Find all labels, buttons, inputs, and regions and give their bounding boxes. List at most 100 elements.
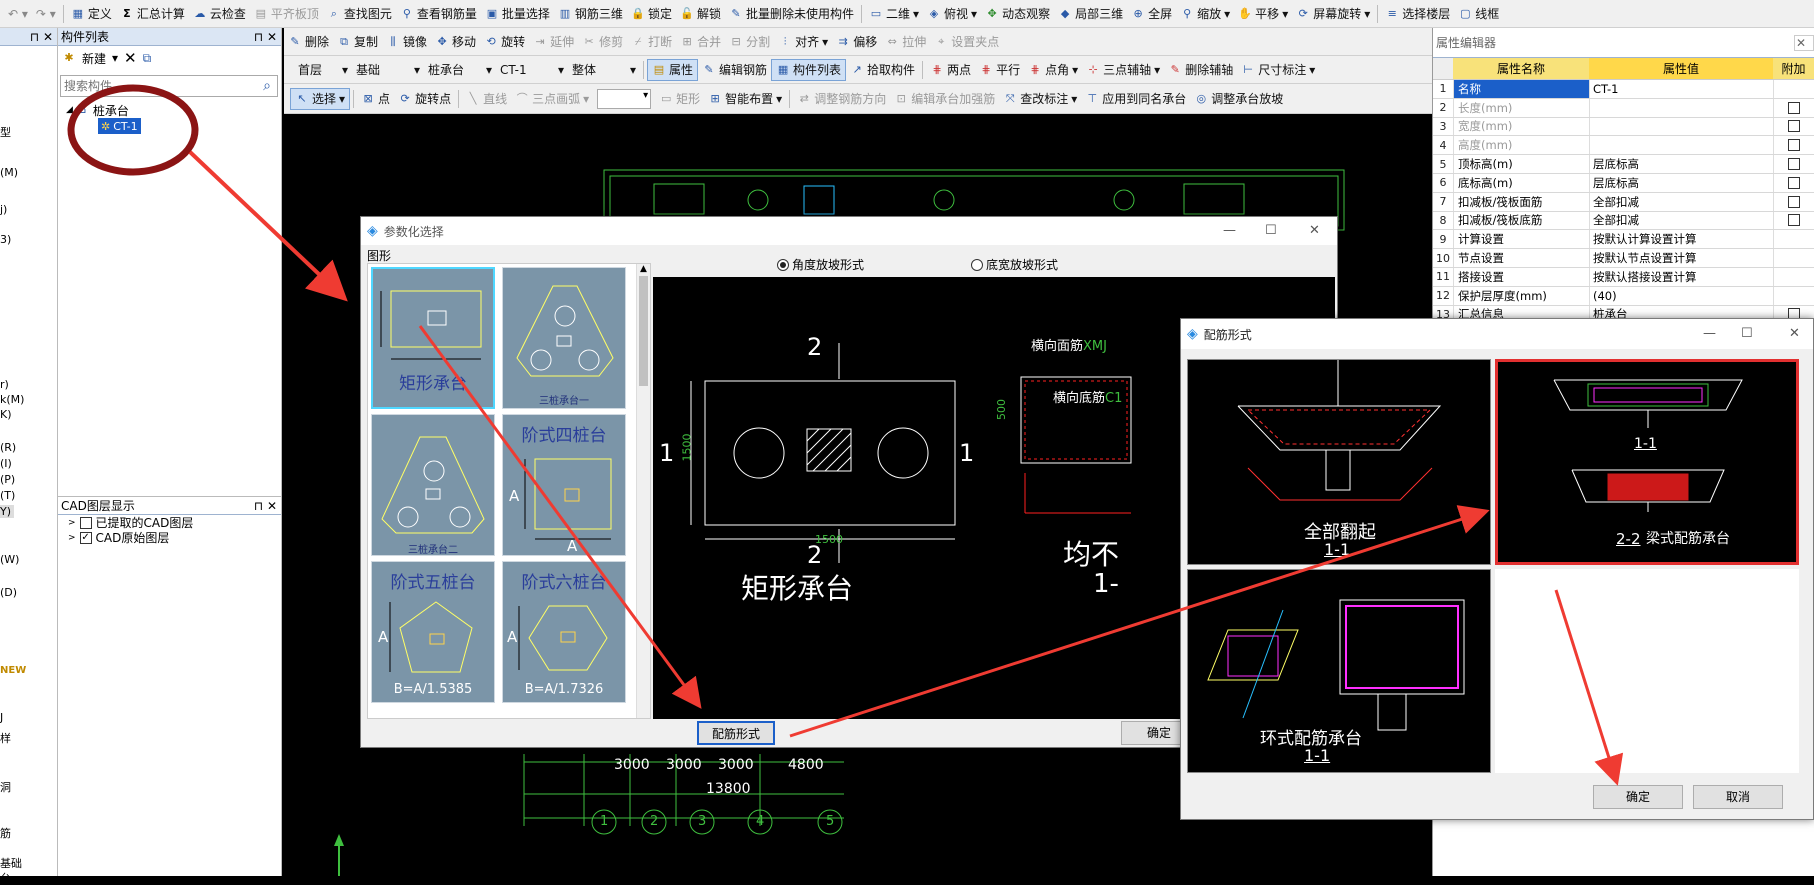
property-row[interactable]: 8 扣减板/筏板底筋 全部扣减 bbox=[1433, 211, 1814, 231]
trim-button[interactable]: ✂ 修剪 bbox=[578, 31, 627, 53]
delete-icon[interactable]: ✕ bbox=[124, 49, 137, 67]
property-value[interactable]: 按默认计算设置计算 bbox=[1589, 230, 1773, 249]
menu-dynamic-view[interactable]: ✥ 动态观察 bbox=[981, 3, 1054, 25]
checkbox[interactable] bbox=[1788, 195, 1800, 208]
close-icon[interactable]: ✕ bbox=[1309, 223, 1320, 238]
close-icon[interactable]: ✕ bbox=[1794, 34, 1814, 51]
set-grip-button[interactable]: ⌖ 设置夹点 bbox=[930, 31, 1003, 53]
property-row[interactable]: 11 搭接设置 按默认搭接设置计算 bbox=[1433, 267, 1814, 287]
extend-button[interactable]: ⇥ 延伸 bbox=[529, 31, 578, 53]
rebar-option-ring-cap[interactable]: 环式配筋承台 1-1 bbox=[1187, 569, 1491, 773]
panel-pin-close-icon[interactable]: ⊓ ✕ bbox=[254, 30, 281, 44]
menu-rebar-3d[interactable]: ▥ 钢筋三维 bbox=[554, 3, 627, 25]
new-component-button[interactable]: 新建 bbox=[82, 50, 106, 67]
thumb-step-five-pile[interactable]: 阶式五桩台 A B=A/1.5385 bbox=[371, 561, 495, 703]
property-value[interactable]: CT-1 bbox=[1589, 80, 1773, 98]
menu-find-element[interactable]: ⌕ 查找图元 bbox=[323, 3, 396, 25]
menu-local-3d[interactable]: ◆ 局部三维 bbox=[1054, 3, 1127, 25]
undo-icon[interactable]: ↶ ▾ bbox=[4, 3, 32, 25]
checkbox[interactable] bbox=[1788, 214, 1800, 227]
merge-button[interactable]: ⊞ 合并 bbox=[676, 31, 725, 53]
search-icon[interactable]: ⌕ bbox=[257, 78, 277, 94]
strip-item[interactable]: Y) bbox=[0, 505, 14, 518]
apply-same-name-button[interactable]: ⊤ 应用到同名承台 bbox=[1081, 88, 1190, 110]
menu-align-slab-top[interactable]: ▤ 平齐板顶 bbox=[250, 3, 323, 25]
arc-button[interactable]: ⌒ 三点画弧 ▾ bbox=[511, 88, 593, 110]
rebar-form-button[interactable]: 配筋形式 bbox=[697, 721, 775, 745]
menu-batch-select[interactable]: ▣ 批量选择 bbox=[481, 3, 554, 25]
property-value[interactable] bbox=[1589, 136, 1773, 155]
pick-component-button[interactable]: ↗ 拾取构件 bbox=[846, 59, 919, 81]
rotate-button[interactable]: ⟲ 旋转 bbox=[480, 31, 529, 53]
align-button[interactable]: ⫶ 对齐 ▾ bbox=[774, 31, 832, 53]
property-row[interactable]: 4 高度(mm) bbox=[1433, 136, 1814, 156]
scope-select[interactable]: 整体 ▾ bbox=[568, 59, 640, 81]
strip-item[interactable]: (D) bbox=[0, 586, 17, 599]
maximize-icon[interactable]: ☐ bbox=[1741, 326, 1753, 341]
minimize-icon[interactable]: — bbox=[1223, 223, 1236, 238]
redo-icon[interactable]: ↷ ▾ bbox=[32, 3, 60, 25]
rotate-point-button[interactable]: ⟳ 旋转点 bbox=[394, 88, 455, 110]
property-value[interactable] bbox=[1589, 98, 1773, 117]
property-value[interactable]: 全部扣减 bbox=[1589, 211, 1773, 230]
radio-width-slope[interactable]: 底宽放坡形式 bbox=[971, 256, 1058, 273]
menu-batch-delete[interactable]: ✎ 批量删除未使用构件 bbox=[725, 3, 858, 25]
property-row[interactable]: 9 计算设置 按默认计算设置计算 bbox=[1433, 230, 1814, 250]
arc-combo[interactable]: ▾ bbox=[597, 88, 652, 109]
copy-button[interactable]: ⧉ 复制 bbox=[333, 31, 382, 53]
point-angle-button[interactable]: ⋕ 点角 ▾ bbox=[1024, 59, 1082, 81]
menu-view-rebar[interactable]: ⚲ 查看钢筋量 bbox=[396, 3, 481, 25]
menu-unlock[interactable]: 🔓 解锁 bbox=[676, 3, 725, 25]
three-point-axis-button[interactable]: ⊹ 三点辅轴 ▾ bbox=[1082, 59, 1164, 81]
property-value[interactable]: 层底标高 bbox=[1589, 155, 1773, 173]
scroll-thumb[interactable] bbox=[639, 276, 648, 386]
property-row[interactable]: 1 名称 CT-1 bbox=[1433, 80, 1814, 99]
menu-fullscreen[interactable]: ⊕ 全屏 bbox=[1127, 3, 1176, 25]
edit-rebar-button[interactable]: ✎ 编辑钢筋 bbox=[698, 59, 771, 81]
strip-item[interactable]: (I) bbox=[0, 457, 12, 470]
rebar-dialog-scrollbar[interactable] bbox=[1801, 359, 1813, 773]
menu-wireframe[interactable]: ▢ 线框 bbox=[1454, 3, 1503, 25]
close-icon[interactable]: ✕ bbox=[1789, 326, 1800, 341]
strip-item[interactable]: 筋 bbox=[0, 827, 11, 840]
dimension-button[interactable]: ⊢ 尺寸标注 ▾ bbox=[1237, 59, 1319, 81]
property-value[interactable]: 全部扣减 bbox=[1589, 192, 1773, 211]
minimize-icon[interactable]: — bbox=[1703, 326, 1716, 341]
menu-summary-calc[interactable]: Σ 汇总计算 bbox=[116, 3, 189, 25]
stretch-button[interactable]: ⇔ 拉伸 bbox=[881, 31, 930, 53]
property-row[interactable]: 6 底标高(m) 层底标高 bbox=[1433, 173, 1814, 193]
strip-item[interactable]: (W) bbox=[0, 553, 19, 566]
select-button[interactable]: ↖ 选择 ▾ bbox=[290, 87, 351, 110]
menu-lock[interactable]: 🔒 锁定 bbox=[627, 3, 676, 25]
property-row[interactable]: 12 保护层厚度(mm) (40) bbox=[1433, 286, 1814, 306]
strip-item[interactable]: 基础 bbox=[0, 857, 22, 870]
thumb-scrollbar[interactable]: ▲ bbox=[636, 264, 650, 718]
checkbox-checked[interactable]: ✓ bbox=[79, 531, 92, 544]
offset-button[interactable]: ⇉ 偏移 bbox=[832, 31, 881, 53]
thumb-rect-cap[interactable]: 矩形承台 bbox=[371, 267, 495, 409]
property-value[interactable]: (40) bbox=[1589, 286, 1773, 305]
type-select[interactable]: 桩承台 ▾ bbox=[424, 59, 496, 81]
menu-cloud-check[interactable]: ☁ 云检查 bbox=[189, 3, 250, 25]
menu-select-floor[interactable]: ≡ 选择楼层 bbox=[1381, 3, 1454, 25]
rebar-ok-button[interactable]: 确定 bbox=[1593, 785, 1683, 809]
strip-item[interactable]: k(M) bbox=[0, 393, 24, 406]
delete-axis-button[interactable]: ✎ 删除辅轴 bbox=[1164, 59, 1237, 81]
checkbox[interactable] bbox=[1788, 120, 1800, 133]
radio-angle-slope[interactable]: 角度放坡形式 bbox=[777, 256, 864, 273]
strip-item[interactable]: r) bbox=[0, 378, 9, 391]
point-button[interactable]: ⊠ 点 bbox=[357, 88, 394, 110]
strip-item[interactable]: j) bbox=[0, 203, 7, 216]
strip-item[interactable]: 台 bbox=[0, 872, 11, 885]
property-value[interactable]: 按默认节点设置计算 bbox=[1589, 249, 1773, 267]
property-row[interactable]: 2 长度(mm) bbox=[1433, 98, 1814, 118]
strip-item[interactable]: 样 bbox=[0, 732, 11, 745]
adjust-slope-button[interactable]: ◎ 调整承台放坡 bbox=[1190, 88, 1287, 110]
category-select[interactable]: 基础 ▾ bbox=[352, 59, 424, 81]
check-label-button[interactable]: ⤧ 查改标注 ▾ bbox=[999, 88, 1081, 110]
checkbox[interactable] bbox=[1788, 101, 1800, 114]
delete-button[interactable]: ✎ 删除 bbox=[284, 31, 333, 53]
maximize-icon[interactable]: ☐ bbox=[1265, 223, 1277, 238]
move-button[interactable]: ✥ 移动 bbox=[431, 31, 480, 53]
strip-item[interactable]: 3) bbox=[0, 233, 11, 246]
